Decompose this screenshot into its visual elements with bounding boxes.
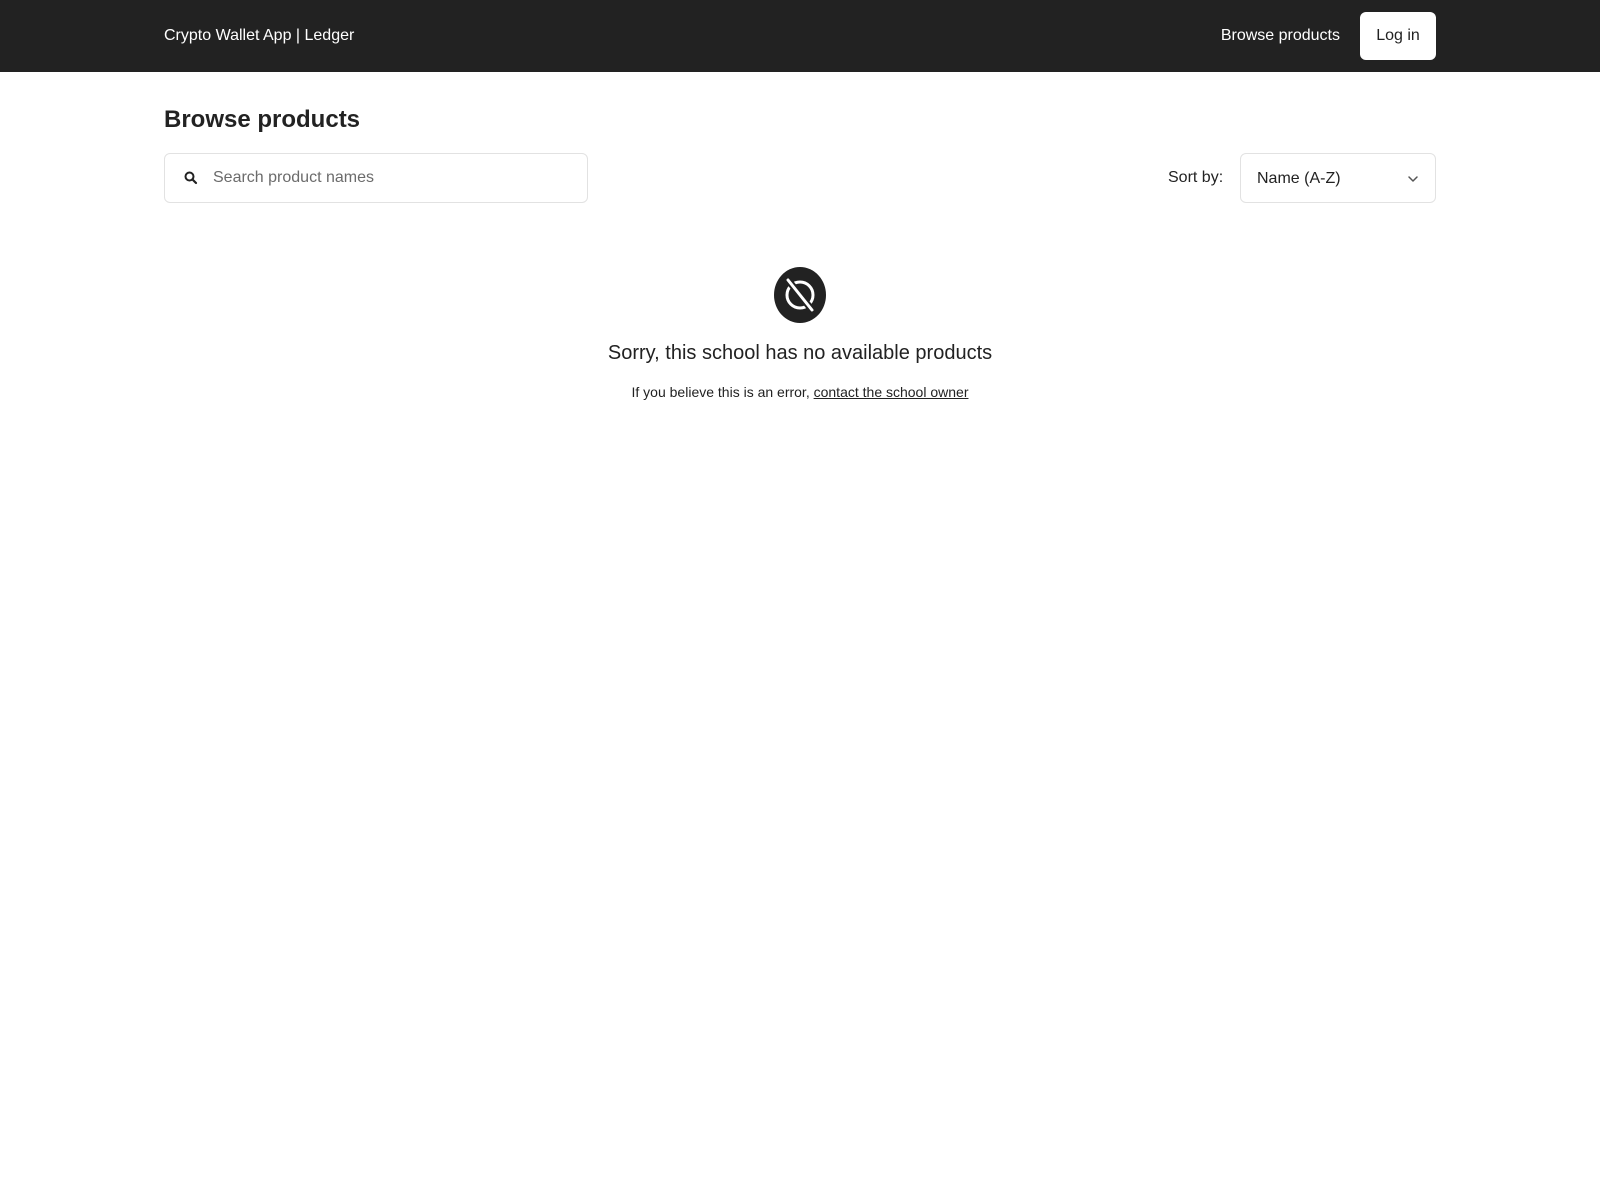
page-title: Browse products	[164, 106, 361, 133]
empty-state-message-prefix: If you believe this is an error,	[631, 384, 810, 400]
search-icon	[184, 171, 198, 185]
empty-state-message: If you believe this is an error, contact…	[0, 382, 1600, 402]
top-navigation-bar: Crypto Wallet App | Ledger Browse produc…	[0, 0, 1600, 72]
sort-label: Sort by:	[1168, 169, 1224, 186]
search-input[interactable]	[213, 154, 573, 202]
login-button[interactable]: Log in	[1360, 12, 1436, 60]
unavailable-icon	[774, 267, 826, 323]
sort-select[interactable]: Name (A-Z)	[1240, 153, 1436, 203]
browse-products-link[interactable]: Browse products	[1221, 25, 1340, 47]
contact-school-owner-link[interactable]: contact the school owner	[814, 384, 969, 400]
empty-state-title: Sorry, this school has no available prod…	[607, 342, 993, 364]
brand-link[interactable]: Crypto Wallet App | Ledger	[164, 25, 354, 47]
sort-selected-value: Name (A-Z)	[1257, 170, 1341, 187]
chevron-down-icon	[1408, 176, 1418, 182]
search-box[interactable]	[164, 153, 588, 203]
